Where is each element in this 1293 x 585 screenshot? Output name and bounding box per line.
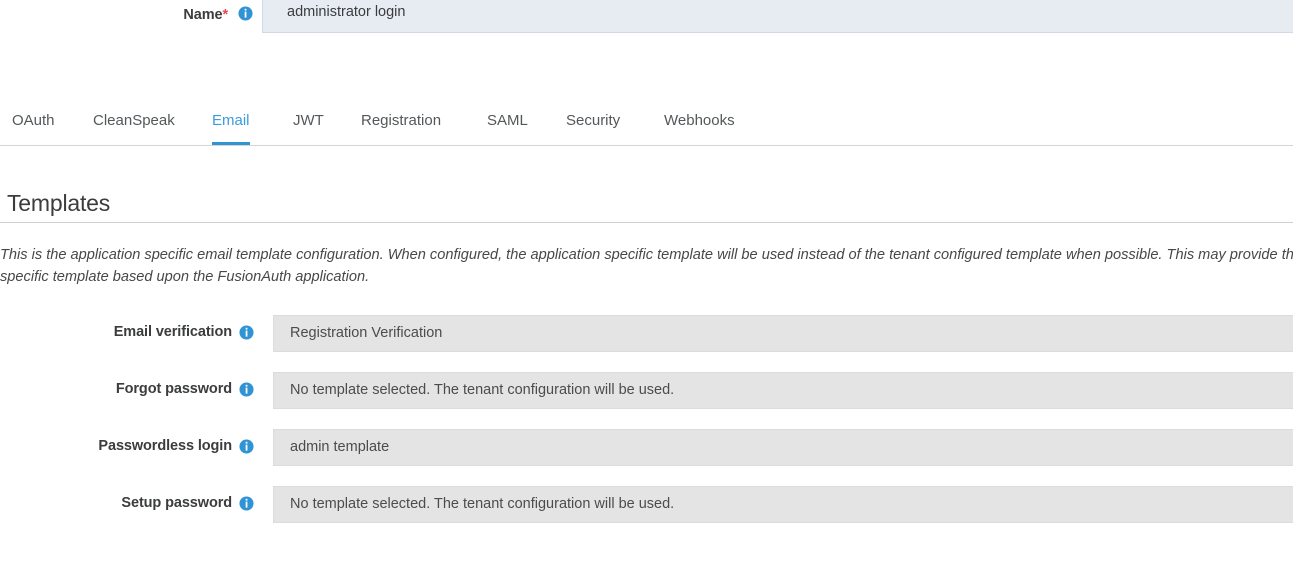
tab-jwt[interactable]: JWT: [293, 104, 324, 145]
select-setup-password[interactable]: No template selected. The tenant configu…: [273, 486, 1293, 523]
info-icon[interactable]: [239, 325, 254, 340]
form-row-setup-password: Setup password No template selected. The…: [0, 486, 1293, 523]
page-title: Templates: [7, 190, 111, 216]
info-icon[interactable]: [239, 382, 254, 397]
section-divider: [0, 222, 1293, 223]
tab-saml[interactable]: SAML: [487, 104, 528, 145]
tab-email[interactable]: Email: [212, 104, 250, 145]
field-label-email-verification: Email verification: [113, 324, 232, 340]
select-email-verification[interactable]: Registration Verification: [273, 315, 1293, 352]
info-icon[interactable]: [239, 496, 254, 511]
name-field-label: Name*: [0, 6, 253, 23]
info-icon[interactable]: [239, 439, 254, 454]
name-field-row: Name*: [0, 0, 1293, 34]
field-label-forgot-password: Forgot password: [115, 381, 232, 397]
name-label-text: Name: [183, 7, 223, 23]
select-passwordless-login[interactable]: admin template: [273, 429, 1293, 466]
tab-registration[interactable]: Registration: [361, 104, 441, 145]
form-row-passwordless-login: Passwordless login admin template: [0, 429, 1293, 466]
required-asterisk: *: [222, 7, 229, 23]
tab-oauth[interactable]: OAuth: [12, 104, 55, 145]
tab-security[interactable]: Security: [566, 104, 620, 145]
form-row-forgot-password: Forgot password No template selected. Th…: [0, 372, 1293, 409]
tab-cleanspeak[interactable]: CleanSpeak: [93, 104, 175, 145]
field-label-setup-password: Setup password: [121, 495, 232, 511]
select-forgot-password[interactable]: No template selected. The tenant configu…: [273, 372, 1293, 409]
form-row-email-verification: Email verification Registration Verifica…: [0, 315, 1293, 352]
name-input[interactable]: [262, 0, 1293, 33]
field-label-passwordless-login: Passwordless login: [98, 438, 232, 454]
info-icon[interactable]: [238, 6, 253, 21]
tab-webhooks[interactable]: Webhooks: [664, 104, 735, 145]
tab-bar: OAuth CleanSpeak Email JWT Registration …: [0, 104, 1293, 146]
section-description: This is the application specific email t…: [0, 247, 1293, 285]
